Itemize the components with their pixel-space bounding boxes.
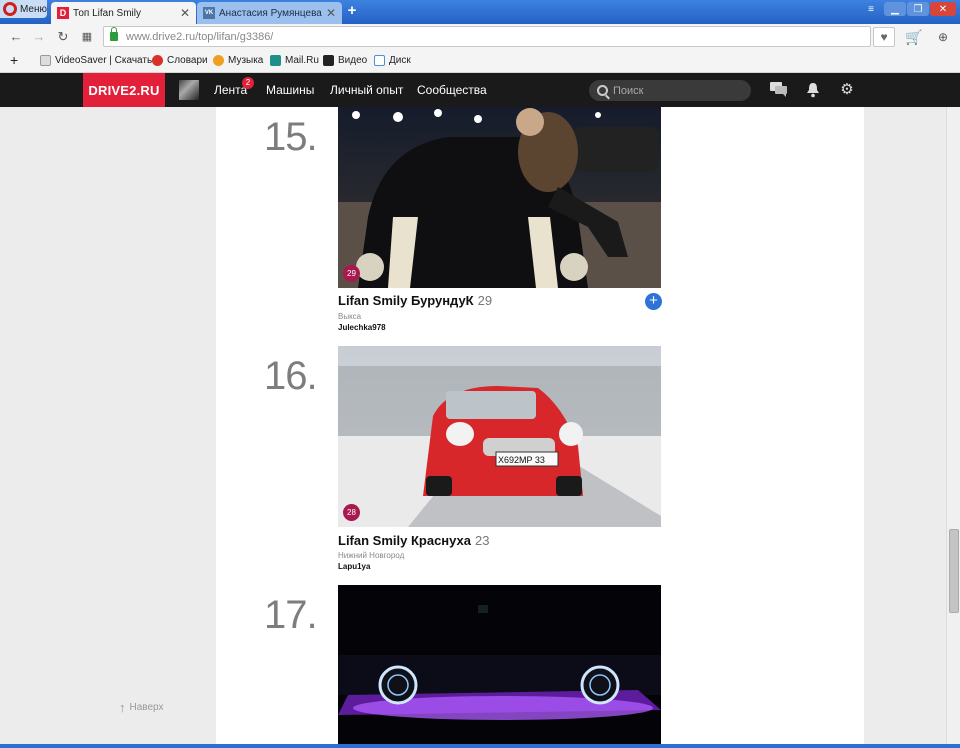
- car-photo[interactable]: 29: [338, 107, 661, 288]
- close-window-button[interactable]: ✕: [930, 2, 956, 16]
- car-photo[interactable]: X692MP 33 28: [338, 346, 661, 527]
- tab-list-icon[interactable]: ≡: [860, 2, 882, 16]
- tab-label: Анастасия Румянцева: [219, 7, 322, 19]
- car-title: Lifan Smily БурундуК: [338, 293, 474, 308]
- arrow-up-icon: ↑: [119, 700, 126, 715]
- address-text: www.drive2.ru/top/lifan/g3386/: [126, 30, 274, 43]
- likes-badge: 28: [343, 504, 360, 521]
- menu-label: Меню: [19, 3, 47, 15]
- settings-gear-icon[interactable]: ⚙: [838, 82, 856, 98]
- car-title-link[interactable]: Lifan Smily Краснуха 23: [338, 533, 489, 548]
- music-icon: [213, 55, 224, 66]
- add-bookmark-icon[interactable]: +: [10, 52, 18, 68]
- bookmark-mailru[interactable]: Mail.Ru: [270, 55, 319, 66]
- downloads-icon[interactable]: ⊕: [935, 29, 951, 45]
- dictionary-icon: [152, 55, 163, 66]
- disk-icon: [374, 55, 385, 66]
- search-input[interactable]: Поиск: [589, 80, 751, 101]
- search-icon: [597, 85, 608, 96]
- scrollbar-thumb[interactable]: [949, 529, 959, 613]
- top-list: 15. 29 Lifan Smily БурундуК 29 + Выкса J…: [216, 107, 864, 748]
- tab-vk-profile[interactable]: VK Анастасия Румянцева ✕: [197, 2, 342, 24]
- likes-badge: 29: [343, 265, 360, 282]
- car-count: 29: [477, 293, 493, 308]
- bookmark-label: Музыка: [228, 55, 264, 66]
- car-title-link[interactable]: Lifan Smily БурундуК 29: [338, 293, 492, 308]
- opera-logo-icon: [3, 2, 17, 16]
- follow-button[interactable]: +: [645, 293, 662, 310]
- page-icon: [40, 55, 51, 66]
- drive2-favicon-icon: D: [57, 7, 69, 19]
- secure-lock-icon: [110, 27, 118, 41]
- bookmark-label: VideoSaver | Скачать в: [55, 55, 161, 66]
- tab-label: Топ Lifan Smily: [73, 7, 141, 19]
- nav-cars[interactable]: Машины: [266, 83, 314, 97]
- browser-menu-button[interactable]: Меню: [0, 0, 47, 18]
- rank-number: 17.: [264, 593, 318, 637]
- mailru-icon: [270, 55, 281, 66]
- avatar[interactable]: [179, 80, 199, 100]
- car-title: Lifan Smily Краснуха: [338, 533, 471, 548]
- back-arrow-icon[interactable]: ←: [8, 29, 24, 45]
- notifications-bell-icon[interactable]: [804, 82, 822, 98]
- reload-icon[interactable]: ↻: [55, 29, 71, 45]
- car-owner-link[interactable]: Lapu1ya: [338, 562, 370, 571]
- speed-dial-grid-icon[interactable]: ▦: [79, 29, 95, 45]
- bookmark-label: Mail.Ru: [285, 55, 319, 66]
- bookmark-disk[interactable]: Диск: [374, 55, 411, 66]
- car-photo[interactable]: [338, 585, 661, 748]
- drive2-logo[interactable]: DRIVE2.RU: [83, 73, 165, 107]
- rank-number: 16.: [264, 354, 318, 398]
- video-icon: [323, 55, 334, 66]
- bookmark-label: Словари: [167, 55, 208, 66]
- back-to-top-link[interactable]: ↑ Наверх: [119, 700, 164, 715]
- minimize-window-button[interactable]: ▁: [884, 2, 906, 16]
- bookmark-video[interactable]: Видео: [323, 55, 367, 66]
- close-tab-icon[interactable]: ✕: [180, 6, 190, 20]
- bookmark-heart-icon[interactable]: ♥: [873, 27, 895, 47]
- restore-window-button[interactable]: ❐: [907, 2, 929, 16]
- vk-favicon-icon: VK: [203, 7, 215, 19]
- license-plate: X692MP 33: [498, 455, 545, 465]
- feed-badge: 2: [242, 77, 254, 89]
- address-bar[interactable]: www.drive2.ru/top/lifan/g3386/: [103, 26, 871, 47]
- browser-navbar: ← → ↻ ▦ www.drive2.ru/top/lifan/g3386/ ♥…: [0, 24, 960, 50]
- close-tab-icon[interactable]: ✕: [326, 6, 336, 20]
- bookmark-videosaver[interactable]: VideoSaver | Скачать в: [40, 55, 160, 66]
- browser-titlebar: Меню D Топ Lifan Smily ✕ VK Анастасия Ру…: [0, 0, 960, 24]
- car-city: Нижний Новгород: [338, 551, 405, 560]
- bookmark-label: Видео: [338, 55, 368, 66]
- car-city: Выкса: [338, 312, 362, 321]
- forward-arrow-icon[interactable]: →: [31, 29, 47, 45]
- bookmark-music[interactable]: Музыка: [213, 55, 263, 66]
- new-tab-button[interactable]: +: [345, 3, 359, 18]
- nav-communities[interactable]: Сообщества: [417, 83, 487, 97]
- search-placeholder: Поиск: [613, 84, 644, 97]
- car-count: 23: [475, 533, 490, 548]
- car-owner-link[interactable]: Julechka978: [338, 323, 386, 332]
- site-header: DRIVE2.RU Лента 2 Машины Личный опыт Соо…: [0, 73, 960, 107]
- page-scrollbar[interactable]: [946, 107, 960, 748]
- bookmark-label: Диск: [389, 55, 411, 66]
- back-to-top-label: Наверх: [129, 702, 164, 713]
- bookmark-dictionaries[interactable]: Словари: [152, 55, 208, 66]
- nav-experience[interactable]: Личный опыт: [330, 83, 403, 97]
- bookmarks-bar: + VideoSaver | Скачать в Словари Музыка …: [0, 50, 960, 73]
- tab-lifan-top[interactable]: D Топ Lifan Smily ✕: [51, 2, 196, 24]
- rank-number: 15.: [264, 115, 318, 159]
- messages-icon[interactable]: [770, 82, 788, 98]
- shopping-cart-icon[interactable]: 🛒: [905, 29, 922, 45]
- taskbar-edge: [0, 744, 960, 748]
